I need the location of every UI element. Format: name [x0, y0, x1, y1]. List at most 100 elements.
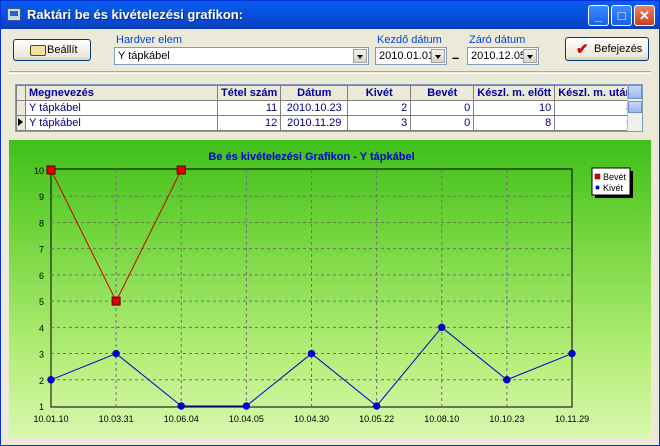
data-point-bevét: [111, 296, 121, 306]
finish-button[interactable]: ✔ Befejezés: [565, 37, 649, 61]
table-row[interactable]: Y tápkábel 12 2010.11.29 3 0 8 5: [16, 115, 637, 131]
data-point-kivét: [112, 349, 120, 358]
cell-item-no[interactable]: 11: [216, 100, 282, 116]
legend-marker-kivét: [595, 185, 600, 190]
cell-name[interactable]: Y tápkábel: [25, 115, 218, 131]
main-window: Raktári be és kivételezési grafikon: _ □…: [0, 0, 660, 446]
current-row-arrow-icon: [18, 118, 23, 126]
x-tick-label: 10.10.23: [489, 414, 524, 424]
col-header-stock-after[interactable]: Készl. m. után: [554, 85, 637, 101]
x-tick-label: 10.05.22: [359, 414, 394, 424]
x-tick-label: 10.04.30: [294, 414, 329, 424]
data-point-kivét: [177, 402, 185, 410]
separator: [9, 71, 651, 74]
col-header-in[interactable]: Bevét: [410, 85, 475, 101]
apply-button-label: Beállít: [47, 44, 78, 56]
end-date-label: Záró dátum: [469, 34, 526, 46]
maximize-icon: □: [617, 8, 626, 23]
data-table: Megnevezés Tétel szám Dátum Kivét Bevét …: [16, 85, 637, 131]
col-header-date[interactable]: Dátum: [280, 85, 349, 101]
data-point-kivét: [438, 323, 446, 332]
hardware-select[interactable]: Y tápkábel: [114, 47, 369, 65]
y-tick-label: 9: [39, 192, 44, 202]
end-date-picker[interactable]: 2010.12.05.: [467, 47, 539, 65]
cell-out[interactable]: 3: [347, 115, 412, 131]
minimize-button[interactable]: _: [588, 5, 609, 26]
x-tick-label: 10.11.29: [555, 414, 589, 424]
start-date-picker[interactable]: 2010.01.01.: [375, 47, 447, 65]
finish-button-label: Befejezés: [594, 43, 643, 55]
cell-stock-before[interactable]: 8: [473, 115, 556, 131]
cell-stock-after[interactable]: 5: [554, 115, 637, 131]
cell-item-no[interactable]: 12: [216, 115, 282, 131]
start-date-label: Kezdő dátum: [377, 34, 442, 46]
x-tick-label: 10.01.10: [33, 414, 68, 424]
line-chart: Be és kivételezési Grafikon - Y tápkábel…: [33, 151, 633, 424]
cell-name[interactable]: Y tápkábel: [25, 100, 218, 116]
scroll-up-icon[interactable]: [628, 85, 642, 99]
data-point-kivét: [307, 349, 316, 358]
y-tick-label: 7: [39, 245, 44, 255]
cell-stock-before[interactable]: 10: [473, 100, 556, 116]
row-indicator: [16, 100, 26, 116]
plot-frame: [50, 168, 573, 408]
row-indicator-header: [16, 85, 26, 101]
vertical-scrollbar[interactable]: [627, 85, 642, 131]
data-point-kivét: [568, 349, 576, 358]
cell-out[interactable]: 2: [347, 100, 412, 116]
legend-label-kivét: Kivét: [603, 183, 624, 193]
chevron-down-icon[interactable]: [353, 49, 367, 63]
chevron-down-icon[interactable]: [523, 49, 537, 63]
cell-in[interactable]: 0: [410, 100, 475, 116]
col-header-name[interactable]: Megnevezés: [25, 85, 218, 101]
scroll-thumb[interactable]: [628, 101, 642, 113]
legend-marker-bevét: [594, 173, 601, 180]
legend-label-bevét: Bevét: [603, 172, 627, 182]
row-indicator: [16, 115, 26, 131]
data-point-bevét: [176, 165, 186, 175]
window-title: Raktári be és kivételezési grafikon:: [27, 7, 244, 22]
data-grid[interactable]: Megnevezés Tétel szám Dátum Kivét Bevét …: [15, 84, 643, 132]
close-button[interactable]: ✕: [634, 5, 655, 26]
x-tick-label: 10.08.10: [424, 414, 459, 424]
x-tick-label: 10.03.31: [99, 414, 134, 424]
table-header-row: Megnevezés Tétel szám Dátum Kivét Bevét …: [16, 85, 637, 101]
start-date-value: 2010.01.01.: [379, 50, 438, 62]
date-range-dash: –: [452, 50, 460, 65]
minimize-icon: _: [594, 8, 603, 23]
y-tick-label: 5: [39, 297, 44, 307]
cell-date[interactable]: 2010.11.29: [280, 115, 349, 131]
chevron-down-icon[interactable]: [431, 49, 445, 63]
table-row[interactable]: Y tápkábel 11 2010.10.23 2 0 10 8: [16, 100, 637, 116]
data-point-kivét: [372, 402, 381, 410]
y-tick-label: 10: [34, 166, 44, 176]
y-tick-label: 6: [39, 271, 44, 281]
hardware-value: Y tápkábel: [118, 50, 170, 62]
hand-pointer-icon: [30, 45, 46, 56]
checkmark-icon: ✔: [576, 41, 589, 58]
y-tick-label: 2: [39, 376, 44, 386]
close-icon: ✕: [639, 8, 650, 23]
y-tick-label: 1: [39, 402, 44, 412]
data-point-kivét: [503, 376, 511, 384]
maximize-button[interactable]: □: [611, 5, 632, 26]
col-header-stock-before[interactable]: Készl. m. előtt: [473, 85, 556, 101]
chart-title: Be és kivételezési Grafikon - Y tápkábel: [208, 151, 414, 163]
y-tick-label: 8: [39, 218, 44, 228]
data-point-kivét: [47, 376, 55, 384]
cell-in[interactable]: 0: [410, 115, 475, 131]
apply-button[interactable]: Beállít: [13, 39, 91, 61]
y-tick-label: 4: [39, 323, 44, 333]
hardware-label: Hardver elem: [116, 34, 183, 46]
end-date-value: 2010.12.05.: [471, 50, 530, 62]
cell-date[interactable]: 2010.10.23: [280, 100, 349, 116]
col-header-item-no[interactable]: Tétel szám: [216, 85, 282, 101]
chart-panel: Be és kivételezési Grafikon - Y tápkábel…: [9, 140, 651, 437]
app-icon[interactable]: [7, 8, 21, 21]
cell-stock-after[interactable]: 8: [554, 100, 637, 116]
x-tick-label: 10.04.05: [229, 414, 264, 424]
title-bar[interactable]: Raktári be és kivételezési grafikon: _ □…: [1, 1, 659, 29]
data-point-kivét: [242, 402, 251, 410]
y-tick-label: 3: [39, 350, 44, 360]
col-header-out[interactable]: Kivét: [347, 85, 412, 101]
